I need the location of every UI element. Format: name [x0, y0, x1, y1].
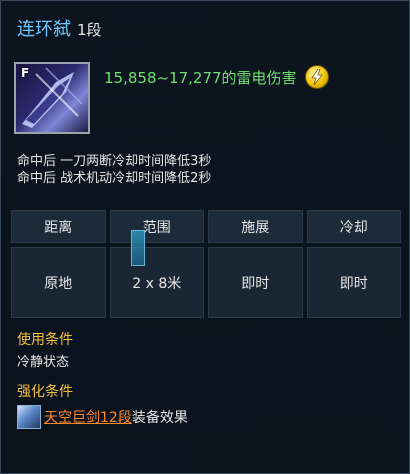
effect-line: 命中后 一刀两断冷却时间降低3秒 — [17, 154, 212, 169]
tooltip-header: 连环弑 1段 — [17, 15, 102, 41]
stat-header-cooldown: 冷却 — [306, 210, 401, 243]
stat-value-distance: 原地 — [11, 247, 106, 318]
enhance-condition-suffix: 装备效果 — [131, 410, 188, 426]
effects-list: 命中后 一刀两断冷却时间降低3秒 命中后 战术机动冷却时间降低2秒 — [17, 153, 211, 187]
skill-grade: 1段 — [77, 21, 102, 39]
set-item-icon — [17, 405, 41, 429]
enhance-condition-label: 强化条件 — [17, 384, 73, 400]
enhance-condition-row: 天空巨剑12段 装备效果 — [17, 405, 188, 429]
skill-name: 连环弑 — [17, 19, 71, 40]
damage-row: 15,858~17,277的雷电伤害 — [104, 65, 329, 89]
stat-header-distance: 距离 — [11, 210, 106, 243]
blade-icon — [22, 67, 83, 128]
stats-grid: 距离 范围 施展 冷却 原地 2 x 8米 即时 即时 — [11, 210, 401, 318]
stat-header-cast: 施展 — [208, 210, 303, 243]
stat-value-cast: 即时 — [208, 247, 303, 318]
set-item-link[interactable]: 天空巨剑12段 — [44, 407, 132, 427]
stat-value-range-cell: 2 x 8米 — [109, 230, 204, 318]
stat-value-range: 2 x 8米 — [132, 275, 182, 292]
skill-icon: F — [14, 62, 90, 134]
damage-text: 15,858~17,277的雷电伤害 — [104, 68, 297, 87]
effect-line: 命中后 战术机动冷却时间降低2秒 — [17, 171, 212, 186]
range-marker-icon — [130, 230, 145, 266]
stat-header-range: 范围 — [109, 210, 204, 243]
lightning-icon — [304, 65, 329, 89]
skill-tooltip: 连环弑 1段 F 15,858~17,277的雷电伤害 命中后 一刀两断冷却时间… — [0, 0, 410, 474]
stat-value-cooldown: 即时 — [306, 247, 401, 318]
use-condition-value: 冷静状态 — [17, 355, 70, 370]
use-condition-label: 使用条件 — [17, 332, 73, 348]
